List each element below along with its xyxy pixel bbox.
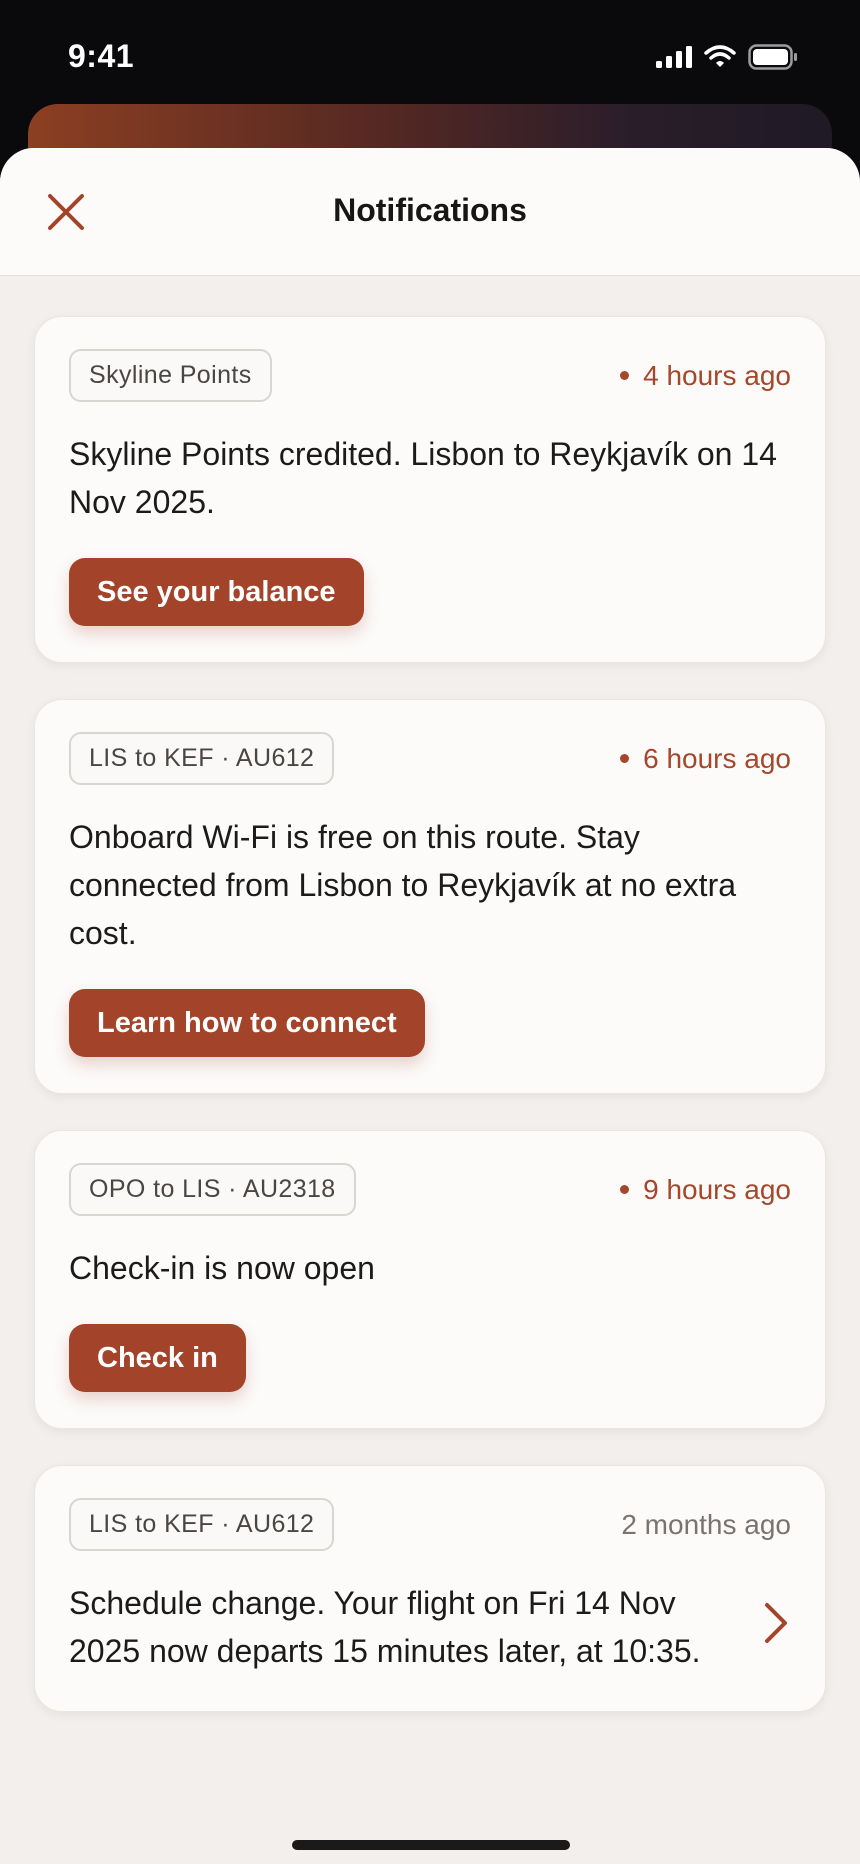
notification-time-label: 6 hours ago <box>643 742 791 774</box>
notification-tag: LIS to KEF · AU612 <box>69 1498 335 1551</box>
notifications-sheet: Notifications Skyline Points 4 hours ago… <box>0 148 860 1864</box>
status-time: 9:41 <box>68 38 135 74</box>
home-indicator[interactable] <box>292 1840 570 1850</box>
notification-time: 9 hours ago <box>620 1174 791 1206</box>
learn-connect-button[interactable]: Learn how to connect <box>69 989 425 1057</box>
status-bar: 9:41 <box>0 0 860 110</box>
notification-card-schedule-change[interactable]: LIS to KEF · AU612 2 months ago Schedule… <box>34 1465 826 1712</box>
notification-message: Schedule change. Your flight on Fri 14 N… <box>69 1585 701 1669</box>
notification-time: 6 hours ago <box>620 743 791 775</box>
notification-time-label: 4 hours ago <box>643 359 791 391</box>
notification-tag: Skyline Points <box>69 349 272 402</box>
notification-time: 4 hours ago <box>620 360 791 392</box>
notification-card: LIS to KEF · AU612 6 hours ago Onboard W… <box>34 699 826 1094</box>
status-icons <box>656 44 798 75</box>
notification-card: OPO to LIS · AU2318 9 hours ago Check-in… <box>34 1130 826 1429</box>
chevron-right-icon[interactable] <box>761 1601 791 1645</box>
notification-tag: LIS to KEF · AU612 <box>69 732 335 785</box>
notification-list: Skyline Points 4 hours ago Skyline Point… <box>0 148 860 1748</box>
notification-message: Skyline Points credited. Lisbon to Reykj… <box>69 436 777 520</box>
notification-tag: OPO to LIS · AU2318 <box>69 1163 356 1216</box>
see-balance-button[interactable]: See your balance <box>69 558 364 626</box>
notification-message: Check-in is now open <box>69 1250 375 1286</box>
battery-icon <box>748 44 798 75</box>
unread-dot <box>620 371 630 380</box>
unread-dot <box>620 1185 630 1194</box>
unread-dot <box>620 754 630 763</box>
notification-time: 2 months ago <box>621 1509 791 1541</box>
notification-time-label: 2 months ago <box>621 1508 791 1540</box>
wifi-icon <box>704 45 736 74</box>
signal-icon <box>656 46 692 73</box>
notification-card: Skyline Points 4 hours ago Skyline Point… <box>34 316 826 663</box>
notification-time-label: 9 hours ago <box>643 1173 791 1205</box>
check-in-button[interactable]: Check in <box>69 1324 246 1392</box>
notification-message: Onboard Wi-Fi is free on this route. Sta… <box>69 819 737 951</box>
